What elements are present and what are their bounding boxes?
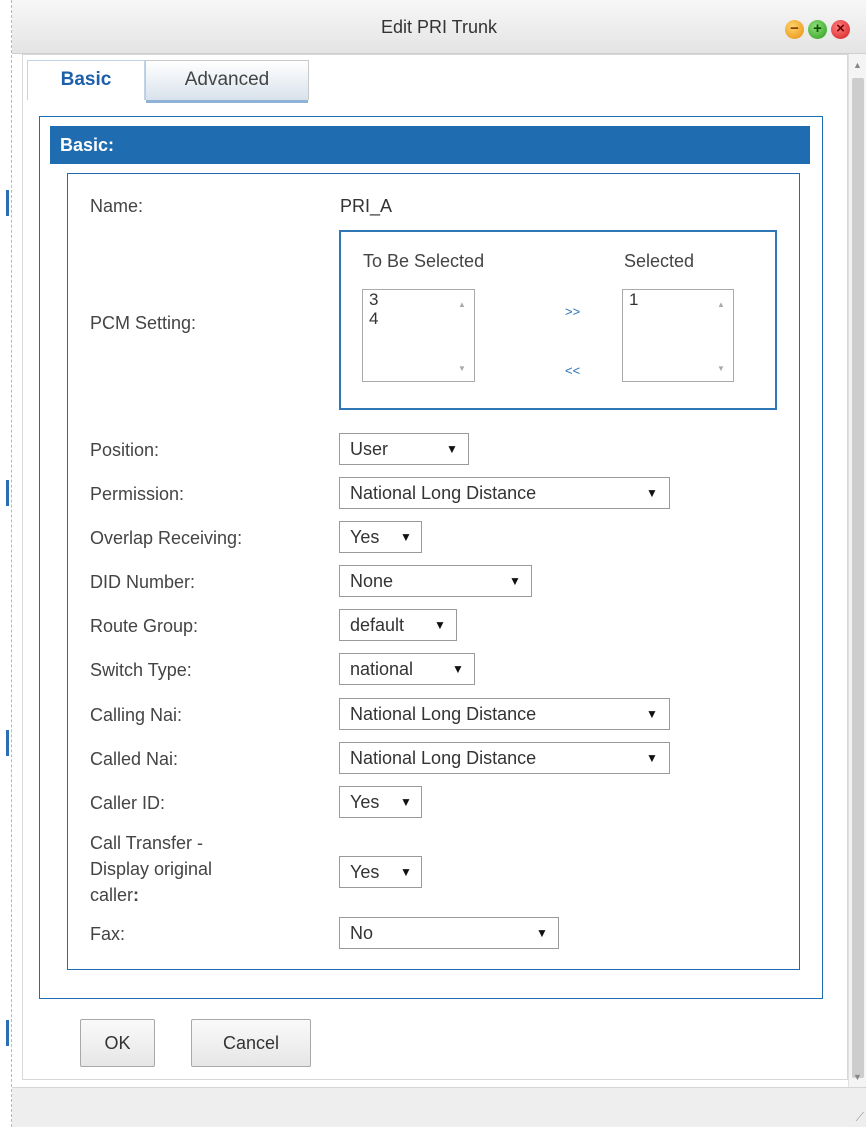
caller-id-select[interactable]: Yes ▼ xyxy=(339,786,422,818)
call-transfer-select[interactable]: Yes ▼ xyxy=(339,856,422,888)
fax-value: No xyxy=(350,923,374,943)
selected-list[interactable]: 1 ▲ ▼ xyxy=(622,289,734,382)
background-marker xyxy=(6,730,9,756)
permission-value: National Long Distance xyxy=(350,483,537,503)
caller-id-value: Yes xyxy=(350,792,380,812)
switch-type-value: national xyxy=(350,659,414,679)
position-select[interactable]: User ▼ xyxy=(339,433,469,465)
switch-type-select[interactable]: national ▼ xyxy=(339,653,475,685)
resize-grip-icon[interactable]: ⟋ xyxy=(856,1110,864,1125)
ok-button[interactable]: OK xyxy=(80,1019,155,1067)
name-value: PRI_A xyxy=(340,196,393,216)
status-bar: ⟋ xyxy=(12,1087,866,1127)
call-transfer-label-line2: Display original xyxy=(90,859,213,879)
call-transfer-label-colon: : xyxy=(133,885,140,905)
chevron-down-icon: ▼ xyxy=(400,795,412,809)
background-marker xyxy=(6,1020,9,1046)
list-item[interactable]: 1 xyxy=(629,290,638,310)
scroll-up-icon[interactable]: ▲ xyxy=(717,300,725,309)
called-nai-select[interactable]: National Long Distance ▼ xyxy=(339,742,670,774)
scroll-up-icon[interactable]: ▲ xyxy=(458,300,466,309)
chevron-down-icon: ▼ xyxy=(434,618,446,632)
route-group-value: default xyxy=(350,615,405,635)
position-label: Position: xyxy=(90,440,160,460)
remove-button[interactable]: << xyxy=(565,363,580,378)
edit-pri-trunk-dialog: Edit PRI Trunk − + × Basic Advanced Basi… xyxy=(12,0,866,1127)
chevron-down-icon: ▼ xyxy=(446,442,458,456)
call-transfer-value: Yes xyxy=(350,862,380,882)
did-number-value: None xyxy=(350,571,394,591)
background-marker xyxy=(6,480,9,506)
list-item[interactable]: 4 xyxy=(369,309,378,329)
close-icon[interactable]: × xyxy=(831,20,850,39)
position-value: User xyxy=(350,439,389,459)
permission-select[interactable]: National Long Distance ▼ xyxy=(339,477,670,509)
dialog-scrollbar[interactable]: ▲ ▼ xyxy=(848,54,866,1087)
window-title: Edit PRI Trunk xyxy=(380,17,498,37)
caller-id-label: Caller ID: xyxy=(90,793,166,813)
route-group-label: Route Group: xyxy=(90,616,199,636)
title-bar[interactable]: Edit PRI Trunk − + × xyxy=(12,0,866,54)
chevron-down-icon: ▼ xyxy=(646,751,658,765)
basic-panel: Basic: Name: PRI_A PCM Setting: To Be Se… xyxy=(39,116,823,999)
scroll-down-icon[interactable]: ▼ xyxy=(458,364,466,373)
maximize-icon[interactable]: + xyxy=(808,20,827,39)
pcm-setting-label: PCM Setting: xyxy=(90,313,197,333)
call-transfer-label-line3: caller: xyxy=(90,882,212,908)
chevron-down-icon: ▼ xyxy=(400,865,412,879)
minimize-icon[interactable]: − xyxy=(785,20,804,39)
did-number-select[interactable]: None ▼ xyxy=(339,565,532,597)
chevron-down-icon: ▼ xyxy=(646,707,658,721)
call-transfer-label: Call Transfer - Display original caller: xyxy=(90,830,212,908)
called-nai-value: National Long Distance xyxy=(350,748,537,768)
cancel-button[interactable]: Cancel xyxy=(191,1019,311,1067)
permission-label: Permission: xyxy=(90,484,185,504)
to-be-selected-title: To Be Selected xyxy=(363,251,485,271)
calling-nai-value: National Long Distance xyxy=(350,704,537,724)
called-nai-label: Called Nai: xyxy=(90,749,179,769)
chevron-down-icon: ▼ xyxy=(400,530,412,544)
pcm-setting-box: To Be Selected Selected 3 4 ▲ ▼ >> << 1 xyxy=(339,230,777,410)
chevron-down-icon: ▼ xyxy=(646,486,658,500)
overlap-receiving-value: Yes xyxy=(350,527,380,547)
call-transfer-label-line1: Call Transfer - xyxy=(90,833,204,853)
list-item[interactable]: 3 xyxy=(369,290,378,310)
list-scrollbar[interactable]: ▲ ▼ xyxy=(452,290,474,381)
list-scrollbar[interactable]: ▲ ▼ xyxy=(711,290,733,381)
overlap-receiving-select[interactable]: Yes ▼ xyxy=(339,521,422,553)
fax-label: Fax: xyxy=(90,924,126,944)
route-group-select[interactable]: default ▼ xyxy=(339,609,457,641)
name-label: Name: xyxy=(90,196,144,216)
calling-nai-select[interactable]: National Long Distance ▼ xyxy=(339,698,670,730)
chevron-down-icon: ▼ xyxy=(536,926,548,940)
switch-type-label: Switch Type: xyxy=(90,660,192,680)
background-page-edge xyxy=(0,0,12,1127)
chevron-down-icon: ▼ xyxy=(509,574,521,588)
add-button[interactable]: >> xyxy=(565,304,580,319)
dialog-content: Basic Advanced Basic: Name: PRI_A PCM Se… xyxy=(22,54,848,1080)
to-be-selected-list[interactable]: 3 4 ▲ ▼ xyxy=(362,289,475,382)
scroll-up-icon[interactable]: ▲ xyxy=(853,60,862,70)
selected-title: Selected xyxy=(624,251,695,271)
calling-nai-label: Calling Nai: xyxy=(90,705,183,725)
did-number-label: DID Number: xyxy=(90,572,196,592)
section-header: Basic: xyxy=(50,126,810,164)
scrollbar-thumb[interactable] xyxy=(852,78,864,1078)
scroll-down-icon[interactable]: ▼ xyxy=(717,364,725,373)
call-transfer-label-text: caller xyxy=(90,885,134,905)
fax-select[interactable]: No ▼ xyxy=(339,917,559,949)
basic-form: Name: PRI_A PCM Setting: To Be Selected … xyxy=(67,173,800,970)
overlap-receiving-label: Overlap Receiving: xyxy=(90,528,243,548)
scroll-down-icon[interactable]: ▼ xyxy=(853,1072,862,1082)
chevron-down-icon: ▼ xyxy=(452,662,464,676)
tab-basic[interactable]: Basic xyxy=(27,60,145,100)
background-marker xyxy=(6,190,9,216)
tab-advanced[interactable]: Advanced xyxy=(145,60,309,103)
